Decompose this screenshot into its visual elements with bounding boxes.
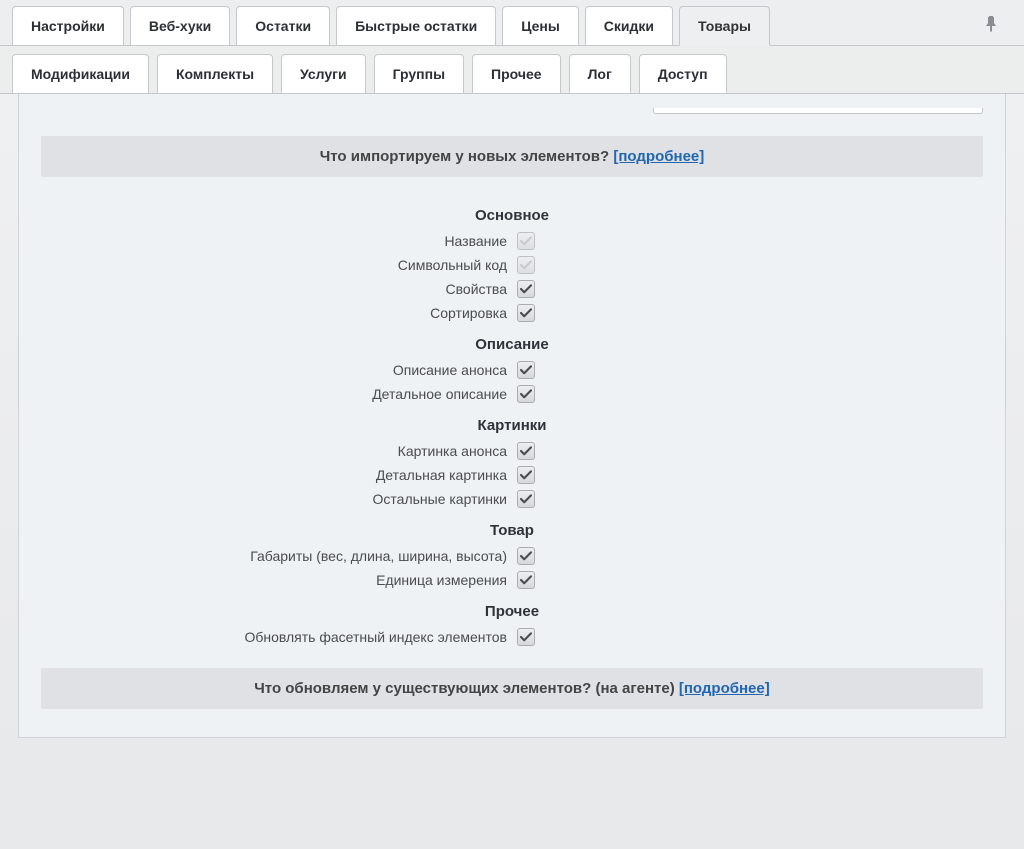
field-control (517, 232, 997, 250)
section-header-update-existing: Что обновляем у существующих элементов? … (41, 668, 983, 709)
field-row: Детальное описание (19, 385, 1005, 403)
secondary-tab-4[interactable]: Прочее (472, 54, 561, 93)
field-row: Символьный код (19, 256, 1005, 274)
import-fields: Основное Название Символьный код Свойства Со… (19, 191, 1005, 654)
group-title: Основное (19, 207, 1005, 224)
field-label: Сортировка (27, 305, 507, 321)
secondary-tab-3[interactable]: Группы (374, 54, 464, 93)
pin-icon[interactable] (970, 6, 1012, 42)
field-control (517, 361, 997, 379)
field-label: Название (27, 233, 507, 249)
group-title: Картинки (19, 417, 1005, 434)
field-label: Габариты (вес, длина, ширина, высота) (27, 548, 507, 564)
secondary-tab-6[interactable]: Доступ (639, 54, 727, 93)
primary-tab-4[interactable]: Цены (502, 6, 579, 45)
primary-tabs: НастройкиВеб-хукиОстаткиБыстрые остаткиЦ… (0, 0, 1024, 46)
field-label: Обновлять фасетный индекс элементов (27, 629, 507, 645)
field-control (517, 628, 997, 646)
field-label: Свойства (27, 281, 507, 297)
field-stub (19, 108, 1005, 122)
field-control (517, 490, 997, 508)
checkbox[interactable] (517, 385, 535, 403)
field-control (517, 442, 997, 460)
checkbox[interactable] (517, 442, 535, 460)
group-title: Товар (19, 522, 1005, 539)
primary-tab-6[interactable]: Товары (679, 6, 770, 46)
field-row: Сортировка (19, 304, 1005, 322)
field-control (517, 304, 997, 322)
checkbox[interactable] (517, 490, 535, 508)
checkbox[interactable] (517, 547, 535, 565)
section-title: Что обновляем у существующих элементов? … (254, 680, 679, 697)
field-label: Детальное описание (27, 386, 507, 402)
secondary-tab-2[interactable]: Услуги (281, 54, 366, 93)
settings-panel: Что импортируем у новых элементов? [подр… (18, 94, 1006, 738)
primary-tab-1[interactable]: Веб-хуки (130, 6, 230, 45)
checkbox (517, 232, 535, 250)
checkbox[interactable] (517, 361, 535, 379)
field-control (517, 385, 997, 403)
primary-tab-5[interactable]: Скидки (585, 6, 673, 45)
field-label: Остальные картинки (27, 491, 507, 507)
field-row: Детальная картинка (19, 466, 1005, 484)
field-label: Символьный код (27, 257, 507, 273)
checkbox[interactable] (517, 280, 535, 298)
field-label: Единица измерения (27, 572, 507, 588)
secondary-tab-1[interactable]: Комплекты (157, 54, 273, 93)
field-row: Обновлять фасетный индекс элементов (19, 628, 1005, 646)
field-label: Картинка анонса (27, 443, 507, 459)
section-more-link[interactable]: [подробнее] (679, 680, 770, 697)
primary-tab-3[interactable]: Быстрые остатки (336, 6, 496, 45)
field-control (517, 571, 997, 589)
primary-tab-0[interactable]: Настройки (12, 6, 124, 45)
field-label: Детальная картинка (27, 467, 507, 483)
group-title: Описание (19, 336, 1005, 353)
field-row: Картинка анонса (19, 442, 1005, 460)
checkbox[interactable] (517, 571, 535, 589)
secondary-tab-0[interactable]: Модификации (12, 54, 149, 93)
field-control (517, 280, 997, 298)
checkbox[interactable] (517, 466, 535, 484)
field-control (517, 256, 997, 274)
section-title: Что импортируем у новых элементов? (320, 148, 614, 165)
field-row: Название (19, 232, 1005, 250)
field-row: Свойства (19, 280, 1005, 298)
field-label: Описание анонса (27, 362, 507, 378)
field-row: Остальные картинки (19, 490, 1005, 508)
group-title: Прочее (19, 603, 1005, 620)
checkbox (517, 256, 535, 274)
primary-tab-2[interactable]: Остатки (236, 6, 330, 45)
secondary-tabs: МодификацииКомплектыУслугиГруппыПрочееЛо… (0, 46, 1024, 94)
checkbox[interactable] (517, 304, 535, 322)
section-header-import-new: Что импортируем у новых элементов? [подр… (41, 136, 983, 177)
field-row: Единица измерения (19, 571, 1005, 589)
field-control (517, 466, 997, 484)
section-more-link[interactable]: [подробнее] (613, 148, 704, 165)
field-row: Описание анонса (19, 361, 1005, 379)
secondary-tab-5[interactable]: Лог (569, 54, 631, 93)
field-control (517, 547, 997, 565)
field-row: Габариты (вес, длина, ширина, высота) (19, 547, 1005, 565)
checkbox[interactable] (517, 628, 535, 646)
